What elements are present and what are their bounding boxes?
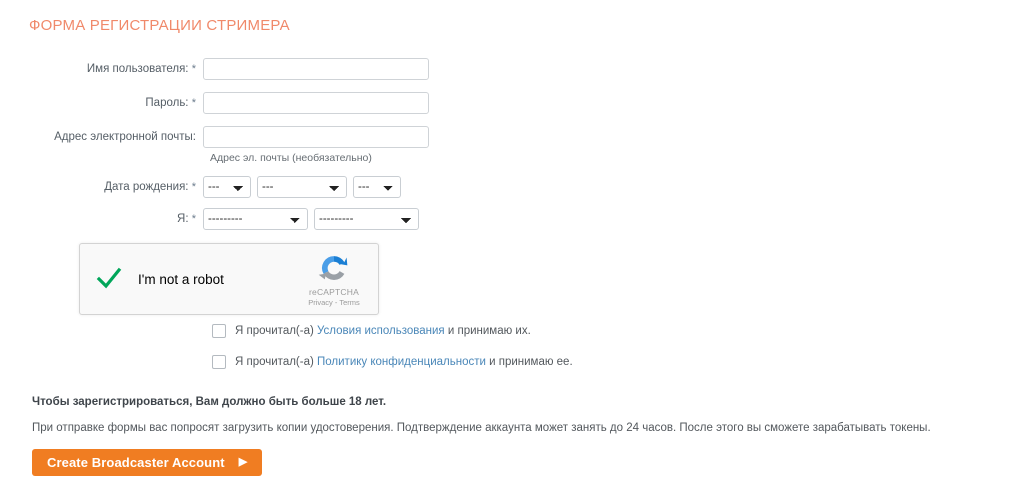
required-marker-birthdate: * [191, 181, 196, 193]
privacy-policy-link[interactable]: Политику конфиденциальности [317, 356, 486, 368]
control-birthdate: --- --- --- [203, 176, 401, 198]
control-password [203, 92, 429, 114]
recaptcha-widget[interactable]: I'm not a robot reCAPTCHA Privacy - Term… [79, 243, 379, 315]
label-username: Имя пользователя: * [0, 58, 203, 80]
recaptcha-branding: reCAPTCHA Privacy - Terms [296, 251, 378, 308]
email-helper-text: Адрес эл. почты (необязательно) [210, 152, 372, 164]
recaptcha-brand-links[interactable]: Privacy - Terms [296, 298, 372, 308]
control-username [203, 58, 429, 80]
arrow-right-icon: ▶ [238, 456, 248, 468]
required-marker-password: * [191, 97, 196, 109]
label-birthdate: Дата рождения: * [0, 176, 203, 198]
control-iam: --------- --------- [203, 208, 419, 230]
email-input[interactable] [203, 126, 429, 148]
label-birthdate-text: Дата рождения: [104, 181, 189, 193]
label-iam-text: Я: [177, 213, 189, 225]
required-marker-username: * [191, 63, 196, 75]
terms-prefix: Я прочитал(-а) [235, 325, 318, 337]
password-input[interactable] [203, 92, 429, 114]
terms-suffix: и принимаю их. [444, 325, 531, 337]
consent-row-terms: Я прочитал(-а) Условия использования и п… [212, 324, 531, 338]
recaptcha-checkbox[interactable] [80, 266, 138, 292]
consent-row-privacy: Я прочитал(-а) Политику конфиденциальнос… [212, 355, 573, 369]
recaptcha-label: I'm not a robot [138, 271, 224, 287]
label-password: Пароль: * [0, 92, 203, 114]
privacy-prefix: Я прочитал(-а) [235, 356, 318, 368]
terms-checkbox[interactable] [212, 324, 226, 338]
gender-select[interactable]: --------- [203, 208, 308, 230]
privacy-consent-text: Я прочитал(-а) Политику конфиденциальнос… [235, 356, 573, 368]
privacy-checkbox[interactable] [212, 355, 226, 369]
birthdate-year-select[interactable]: --- [353, 176, 401, 198]
form-row-username: Имя пользователя: * [0, 58, 429, 80]
username-input[interactable] [203, 58, 429, 80]
control-email [203, 126, 429, 148]
upload-info-notice: При отправке формы вас попросят загрузит… [32, 422, 931, 434]
birthdate-month-select[interactable]: --- [257, 176, 347, 198]
label-email-text: Адрес электронной почты: [54, 131, 196, 143]
label-username-text: Имя пользователя: [86, 63, 189, 75]
birthdate-day-select[interactable]: --- [203, 176, 251, 198]
required-marker-iam: * [191, 213, 196, 225]
form-row-password: Пароль: * [0, 92, 429, 114]
create-broadcaster-account-button[interactable]: Create Broadcaster Account ▶ [32, 449, 263, 476]
label-email: Адрес электронной почты: [0, 126, 203, 148]
submit-button-label: Create Broadcaster Account [47, 455, 225, 470]
form-row-iam: Я: * --------- --------- [0, 208, 419, 230]
label-iam: Я: * [0, 208, 203, 230]
recaptcha-brand-name: reCAPTCHA [309, 286, 359, 297]
recaptcha-logo-icon [318, 255, 348, 280]
page-title: ФОРМА РЕГИСТРАЦИИ СТРИМЕРА [29, 17, 290, 34]
age-requirement-notice: Чтобы зарегистрироваться, Вам должно быт… [32, 396, 387, 408]
registration-page: ФОРМА РЕГИСТРАЦИИ СТРИМЕРА Имя пользоват… [0, 0, 1024, 504]
form-row-email: Адрес электронной почты: [0, 126, 429, 148]
seeking-select[interactable]: --------- [314, 208, 419, 230]
label-password-text: Пароль: [145, 97, 189, 109]
form-row-birthdate: Дата рождения: * --- --- --- [0, 176, 401, 198]
terms-of-use-link[interactable]: Условия использования [317, 325, 445, 337]
checkmark-icon [96, 267, 122, 289]
privacy-suffix: и принимаю ее. [485, 356, 573, 368]
terms-consent-text: Я прочитал(-а) Условия использования и п… [235, 325, 531, 337]
